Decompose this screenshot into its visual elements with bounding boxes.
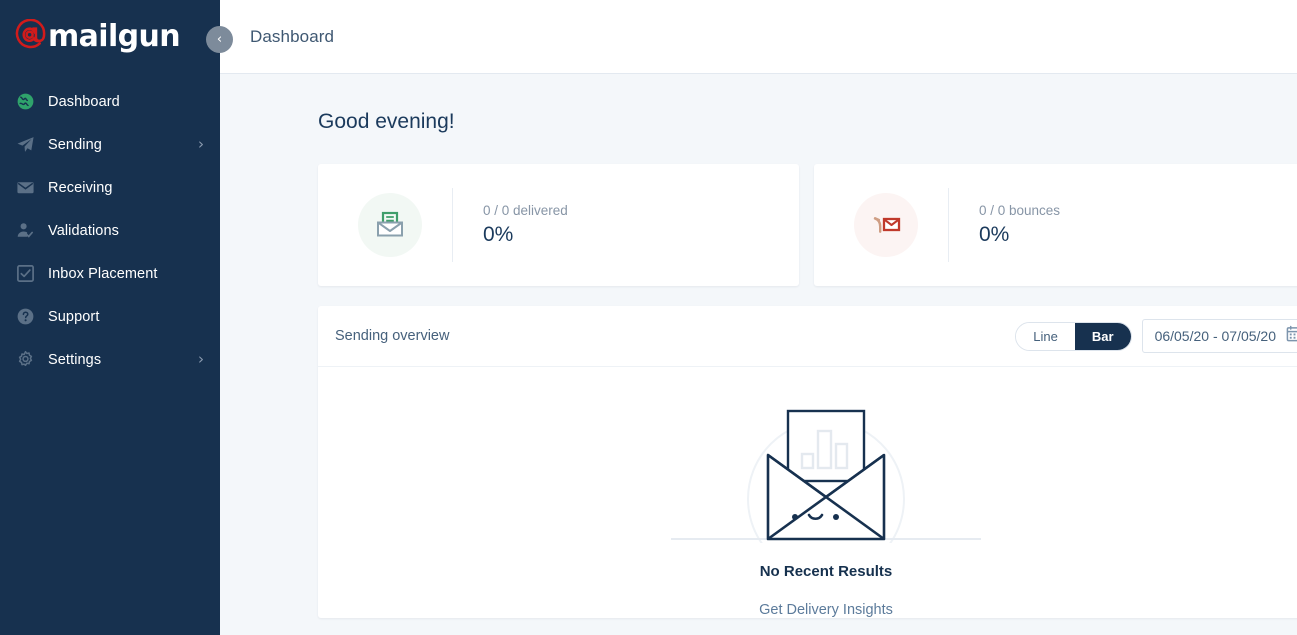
at-symbol-icon — [15, 19, 46, 55]
sidebar-nav: Dashboard Sending › Receivi — [0, 80, 220, 381]
stat-percent: 0% — [483, 223, 568, 247]
stat-body: 0 / 0 delivered 0% — [453, 203, 568, 247]
sending-overview-panel: Sending overview Line Bar 06/05/20 - 07/… — [318, 306, 1297, 618]
stat-percent: 0% — [979, 223, 1060, 247]
sidebar-collapse-button[interactable]: ‹ — [206, 26, 233, 53]
stat-subtitle: 0 / 0 bounces — [979, 203, 1060, 218]
page-title: Dashboard — [250, 27, 334, 47]
sidebar-item-label: Receiving — [48, 180, 113, 196]
sidebar-item-label: Validations — [48, 223, 119, 239]
stats-row: 0 / 0 delivered 0% — [318, 164, 1297, 286]
gear-icon — [14, 349, 36, 371]
panel-header: Sending overview Line Bar 06/05/20 - 07/… — [318, 306, 1297, 367]
brand-logo[interactable]: mailgun — [0, 0, 220, 74]
stat-card-delivered: 0 / 0 delivered 0% — [318, 164, 799, 286]
sidebar-item-sending[interactable]: Sending › — [0, 123, 220, 166]
chevron-left-icon: ‹ — [217, 32, 222, 47]
panel-tools: Line Bar 06/05/20 - 07/05/20 — [1015, 319, 1297, 353]
content-area: Good evening! 0 / 0 delivered — [220, 74, 1297, 635]
stat-card-bounces: 0 / 0 bounces 0% — [814, 164, 1297, 286]
chevron-right-icon: › — [198, 137, 204, 152]
envelope-icon — [14, 177, 36, 199]
chevron-right-icon: › — [198, 352, 204, 367]
sidebar-item-label: Inbox Placement — [48, 266, 158, 282]
stat-subtitle: 0 / 0 delivered — [483, 203, 568, 218]
stat-body: 0 / 0 bounces 0% — [949, 203, 1060, 247]
get-delivery-insights-link[interactable]: Get Delivery Insights — [759, 602, 893, 618]
chart-empty-state: No Recent Results Get Delivery Insights — [318, 367, 1297, 618]
globe-icon — [14, 91, 36, 113]
user-check-icon — [14, 220, 36, 242]
app-root: mailgun Dashboard Sendin — [0, 0, 1297, 635]
sidebar-item-validations[interactable]: Validations — [0, 209, 220, 252]
sidebar-item-label: Support — [48, 309, 100, 325]
sidebar-item-label: Dashboard — [48, 94, 120, 110]
greeting-text: Good evening! — [318, 110, 1297, 134]
question-circle-icon — [14, 306, 36, 328]
calendar-icon[interactable] — [1286, 325, 1297, 347]
sidebar-item-dashboard[interactable]: Dashboard — [0, 80, 220, 123]
date-range-picker[interactable]: 06/05/20 - 07/05/20 — [1142, 319, 1297, 353]
date-range-value: 06/05/20 - 07/05/20 — [1155, 328, 1276, 344]
sidebar-item-receiving[interactable]: Receiving — [0, 166, 220, 209]
sidebar: mailgun Dashboard Sendin — [0, 0, 220, 635]
delivered-envelope-icon — [358, 193, 422, 257]
chart-type-bar-option[interactable]: Bar — [1075, 323, 1131, 350]
bounced-envelope-icon — [854, 193, 918, 257]
sidebar-item-settings[interactable]: Settings › — [0, 338, 220, 381]
chart-type-toggle: Line Bar — [1015, 322, 1131, 351]
main-area: Dashboard Good evening! — [220, 0, 1297, 635]
sidebar-item-label: Sending — [48, 137, 102, 153]
empty-envelope-chart-icon — [661, 403, 991, 543]
checkbox-icon — [14, 263, 36, 285]
empty-state-title: No Recent Results — [760, 563, 893, 580]
paper-plane-icon — [14, 134, 36, 156]
sidebar-item-label: Settings — [48, 352, 101, 368]
sidebar-item-inbox-placement[interactable]: Inbox Placement — [0, 252, 220, 295]
brand-name: mailgun — [48, 22, 180, 52]
panel-title: Sending overview — [335, 328, 449, 344]
chart-type-line-option[interactable]: Line — [1016, 323, 1075, 350]
sidebar-item-support[interactable]: Support — [0, 295, 220, 338]
topbar: Dashboard — [220, 0, 1297, 74]
